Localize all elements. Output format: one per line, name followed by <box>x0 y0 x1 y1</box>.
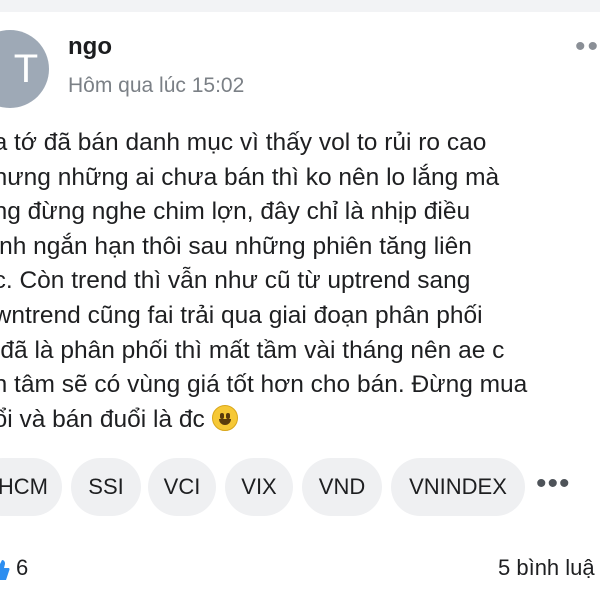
tag-hcm[interactable]: HCM <box>0 458 62 516</box>
comment-count[interactable]: 5 bình luậ <box>498 555 595 581</box>
top-separator <box>0 0 600 12</box>
post-body-line: uổi và bán đuổi là đc <box>0 405 205 433</box>
post-body-line: ua tớ đã bán danh mục vì thấy vol to rủi… <box>0 129 487 156</box>
post-body-line: ục. Còn trend thì vẫn như cũ từ uptrend … <box>0 267 471 295</box>
like-icon[interactable] <box>0 558 10 582</box>
more-horizontal-icon[interactable]: ••• <box>536 458 571 516</box>
post-body-line: owntrend cũng fai trải qua giai đoạn phâ… <box>0 301 483 329</box>
post-body-line: à đã là phân phối thì mất tầm vài tháng … <box>0 336 505 364</box>
post-body-line: ên tâm sẽ có vùng giá tốt hơn cho bán. Đ… <box>0 371 528 399</box>
tag-vix[interactable]: VIX <box>225 458 293 516</box>
more-horizontal-icon[interactable]: ••• <box>575 30 600 64</box>
like-count: 6 <box>16 555 29 580</box>
tag-ssi[interactable]: SSI <box>71 458 141 516</box>
tag-vci[interactable]: VCI <box>148 458 216 516</box>
author-name[interactable]: ngo <box>68 33 112 61</box>
post-body: ua tớ đã bán danh mục vì thấy vol to rủi… <box>0 126 600 437</box>
tag-vnd[interactable]: VND <box>302 458 382 516</box>
post-body-last-line: uổi và bán đuổi là đc <box>0 403 600 438</box>
post-body-line: hỉnh ngắn hạn thôi sau những phiên tăng … <box>0 232 472 260</box>
stock-tags: HCM SSI VCI VIX VND VNINDEX ••• <box>0 458 600 516</box>
post-timestamp: Hôm qua lúc 15:02 <box>68 74 245 97</box>
post-body-line: ũng đừng nghe chim lợn, đây chỉ là nhịp … <box>0 198 471 226</box>
avatar-letter: T <box>13 47 39 91</box>
post-body-line: nhưng những ai chưa bán thì ko nên lo lắ… <box>0 163 500 191</box>
tag-vnindex[interactable]: VNINDEX <box>391 458 525 516</box>
post-card: T ngo Hôm qua lúc 15:02 ••• ua tớ đã bán… <box>0 0 600 600</box>
grinning-face-emoji <box>211 404 238 431</box>
avatar[interactable]: T <box>0 30 49 108</box>
